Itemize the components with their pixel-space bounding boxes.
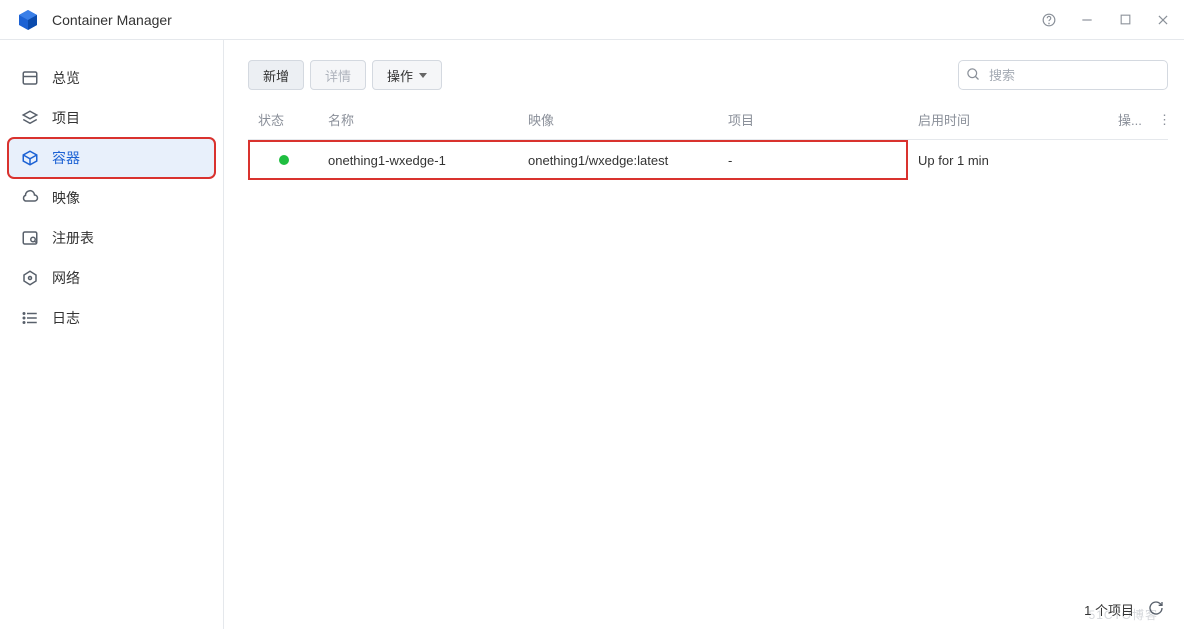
col-status[interactable]: 状态 [248,104,318,140]
main-panel: 新增 详情 操作 状态 名称 映像 项目 启用时间 [224,40,1184,629]
cell-image: onething1/wxedge:latest [518,140,718,180]
item-count: 1 个项目 [1084,600,1134,619]
sidebar-item-label: 映像 [52,188,80,208]
registry-icon [20,228,40,248]
col-image[interactable]: 映像 [518,104,718,140]
close-button[interactable] [1154,11,1172,29]
list-icon [20,308,40,328]
sidebar-item-projects[interactable]: 项目 [8,98,215,138]
cell-uptime: Up for 1 min [908,140,1108,180]
create-button[interactable]: 新增 [248,60,304,90]
sidebar-item-overview[interactable]: 总览 [8,58,215,98]
layers-icon [20,108,40,128]
minimize-button[interactable] [1078,11,1096,29]
cloud-icon [20,188,40,208]
maximize-button[interactable] [1116,11,1134,29]
sidebar-item-label: 总览 [52,68,80,88]
container-table: 状态 名称 映像 项目 启用时间 操... ⋮ onething1-wxedge… [248,104,1168,180]
help-button[interactable] [1040,11,1058,29]
action-label: 操作 [387,66,413,85]
search-wrap [958,60,1168,90]
network-icon [20,268,40,288]
sidebar-item-containers[interactable]: 容器 [8,138,215,178]
app-logo [16,8,40,32]
search-icon [966,67,981,87]
status-running-dot [279,155,289,165]
col-project[interactable]: 项目 [718,104,908,140]
sidebar-item-images[interactable]: 映像 [8,178,215,218]
cell-project: - [718,140,908,180]
sidebar-item-label: 容器 [52,148,80,168]
window-controls [1040,11,1172,29]
title-bar: Container Manager [0,0,1184,40]
sidebar-item-label: 注册表 [52,228,94,248]
sidebar-item-label: 网络 [52,268,80,288]
action-dropdown-button[interactable]: 操作 [372,60,442,90]
footer: 1 个项目 [1084,600,1164,619]
cell-name: onething1-wxedge-1 [318,140,518,180]
toolbar: 新增 详情 操作 [248,60,1168,90]
app-title: Container Manager [52,12,172,28]
sidebar-item-network[interactable]: 网络 [8,258,215,298]
package-icon [20,148,40,168]
search-input[interactable] [958,60,1168,90]
col-more-icon[interactable]: ⋮ [1148,104,1168,140]
col-uptime[interactable]: 启用时间 [908,104,1108,140]
sidebar-item-label: 日志 [52,308,80,328]
refresh-button[interactable] [1148,600,1164,619]
col-name[interactable]: 名称 [318,104,518,140]
sidebar-item-label: 项目 [52,108,80,128]
dashboard-icon [20,68,40,88]
table-row[interactable]: onething1-wxedge-1 onething1/wxedge:late… [248,140,1168,180]
sidebar-item-registry[interactable]: 注册表 [8,218,215,258]
details-button[interactable]: 详情 [310,60,366,90]
sidebar-item-logs[interactable]: 日志 [8,298,215,338]
sidebar: 总览 项目 容器 映像 注册表 网络 日志 [0,40,224,629]
caret-down-icon [419,73,427,78]
col-action[interactable]: 操... [1108,104,1148,140]
